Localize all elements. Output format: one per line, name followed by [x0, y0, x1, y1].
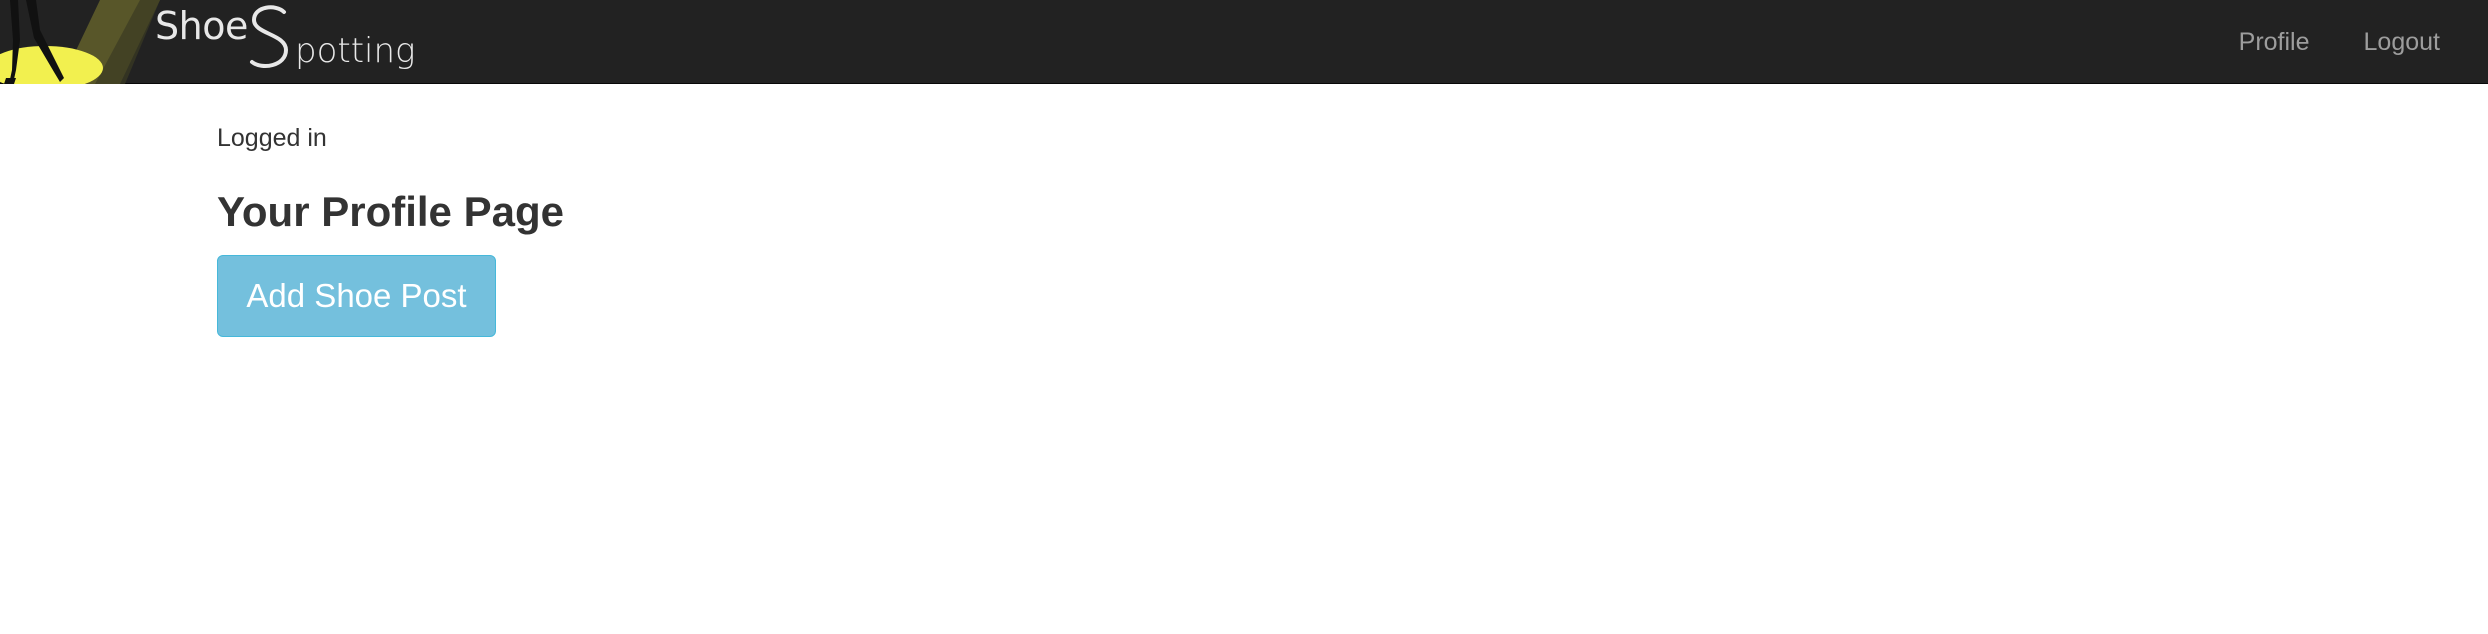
nav-links: Profile Logout — [2239, 0, 2440, 84]
top-navbar: Shoe potting Profile Logout — [0, 0, 2488, 84]
brand-text-shoe: Shoe — [155, 4, 248, 48]
nav-link-profile[interactable]: Profile — [2239, 28, 2310, 57]
page-title: Your Profile Page — [217, 188, 564, 235]
brand-text-potting: potting — [295, 31, 416, 71]
add-shoe-post-button[interactable]: Add Shoe Post — [217, 255, 496, 337]
login-status-text: Logged in — [217, 124, 327, 152]
spotlight-legs-logo-icon — [0, 0, 160, 84]
nav-link-logout[interactable]: Logout — [2364, 28, 2440, 57]
brand-s-glyph-icon — [250, 5, 289, 68]
